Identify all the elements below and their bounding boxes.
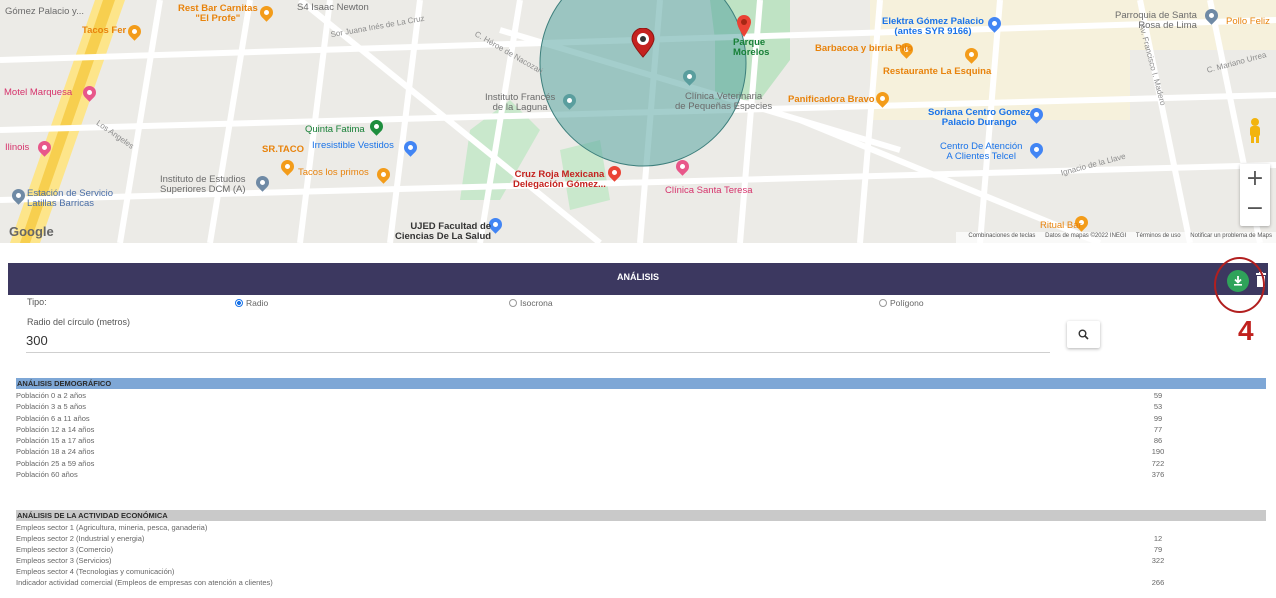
radio-radio[interactable]: Radio [235,298,268,308]
map-label: Tacos los primos [298,167,369,178]
zoom-controls: + − [1240,164,1270,226]
radius-label: Radio del círculo (metros) [27,317,131,327]
map-label: Pollo Feliz [1226,16,1270,27]
table-row: Población 12 a 14 años 77 [16,424,1163,434]
radius-input[interactable] [26,329,1050,353]
map-label: Clínica Veterinaria de Pequeñas Especies [675,91,773,112]
map-label: Parroquia de Santa Rosa de Lima [1115,10,1197,31]
google-logo: Google [9,224,54,239]
map-label: Irresistible Vestidos [312,140,394,151]
center-marker-icon[interactable] [630,27,656,58]
map-label: Instituto Francés de la Laguna [485,92,556,113]
terms-link[interactable]: Términos de uso [1136,233,1181,239]
table-row: Empleos sector 2 (Industrial y energia) 1… [16,534,1163,544]
search-button[interactable] [1067,321,1100,348]
radio-poligono[interactable]: Polígono [879,298,924,308]
table-row: Población 18 a 24 años 190 [16,447,1165,457]
table-row: Indicador actividad comercial (Empleos d… [16,578,1165,588]
map-label: Motel Marquesa [4,87,73,98]
map-label: Estación de Servicio Latillas Barricas [27,188,114,209]
zoom-out-button[interactable]: − [1240,194,1270,224]
map-label: Clínica Santa Teresa [665,185,753,196]
map-label: Rest Bar Carnitas "El Profe" [178,3,258,24]
table-row: Empleos sector 3 (Comercio) 79 [16,545,1163,555]
map-label: Gómez Palacio y... [5,6,85,17]
table-row: Empleos sector 4 (Tecnologias y comunica… [16,567,175,577]
table-row: Empleos sector 3 (Servicios) 322 [16,556,1165,566]
table-row: Población 15 a 17 años 86 [16,436,1163,446]
radio-unselected-icon [509,299,517,307]
tipo-label: Tipo: [27,297,47,307]
table-row: Población 3 a 5 años 53 [16,402,1163,412]
map-label: SR.TACO [262,144,305,155]
table-row: Población 60 años 376 [16,470,1165,480]
map-label: Panificadora Bravo [788,94,875,105]
map-label: Ritual Bar [1040,220,1082,231]
analysis-header-bar: ANÁLISIS [8,263,1268,295]
table-row: Población 0 a 2 años 59 [16,391,1163,400]
map-label: Barbacoa y birria Pilo [815,43,913,54]
park-marker-icon[interactable] [736,14,752,38]
keyboard-shortcuts-link[interactable]: Combinaciones de teclas [968,233,1035,239]
demographic-section-header: ANÁLISIS DEMOGRÁFICO [16,378,1266,389]
table-row: Población 6 a 11 años 99 [16,413,1163,423]
map-label: Restaurante La Esquina [883,66,992,77]
map-attribution: Combinaciones de teclas Datos de mapas ©… [956,232,1276,243]
report-problem-link[interactable]: Notificar un problema de Maps [1190,233,1272,239]
map-data-text: Datos de mapas ©2022 INEGI [1045,233,1127,239]
table-row: Población 25 a 59 años 722 [16,458,1165,468]
street-view-pegman-icon[interactable] [1244,116,1266,144]
map-label: Instituto de Estudios Superiores DCM (A) [160,174,246,195]
radio-unselected-icon [879,299,887,307]
radio-isocrona[interactable]: Isocrona [509,298,553,308]
map-label: Ilinois [5,142,30,153]
map-label: Parque Morelos [733,37,770,58]
map-label: Quinta Fatima [305,124,365,135]
analysis-title: ANÁLISIS [616,272,659,282]
zoom-in-button[interactable]: + [1240,164,1270,194]
demographic-table: Población 0 a 2 años 59 Población 3 a 5 a… [16,390,1266,480]
search-icon [1078,329,1089,340]
map-label: Cruz Roja Mexicana Delegación Gómez... [513,169,606,190]
economic-table: Empleos sector 1 (Agricultura, mineria, … [16,522,1266,589]
annotation-circle [1214,257,1265,313]
map-view[interactable]: Gómez Palacio y... Tacos Fer Rest Bar Ca… [0,0,1276,243]
map-label: Centro De Atención A Clientes Telcel [940,141,1023,162]
map-label: Elektra Gómez Palacio (antes SYR 9166) [882,16,984,37]
annotation-number: 4 [1238,315,1254,346]
table-row: Empleos sector 1 (Agricultura, mineria, … [16,523,208,532]
map-label: Soriana Centro Gomez Palacio Durango [928,107,1031,128]
map-label: S4 Isaac Newton [297,2,369,13]
map-label: Tacos Fer [82,25,127,36]
map-label: UJED Facultad de Ciencias De La Salud [395,221,492,242]
economic-section-header: ANÁLISIS DE LA ACTIVIDAD ECONÓMICA [16,510,1266,521]
radio-selected-icon [235,299,243,307]
